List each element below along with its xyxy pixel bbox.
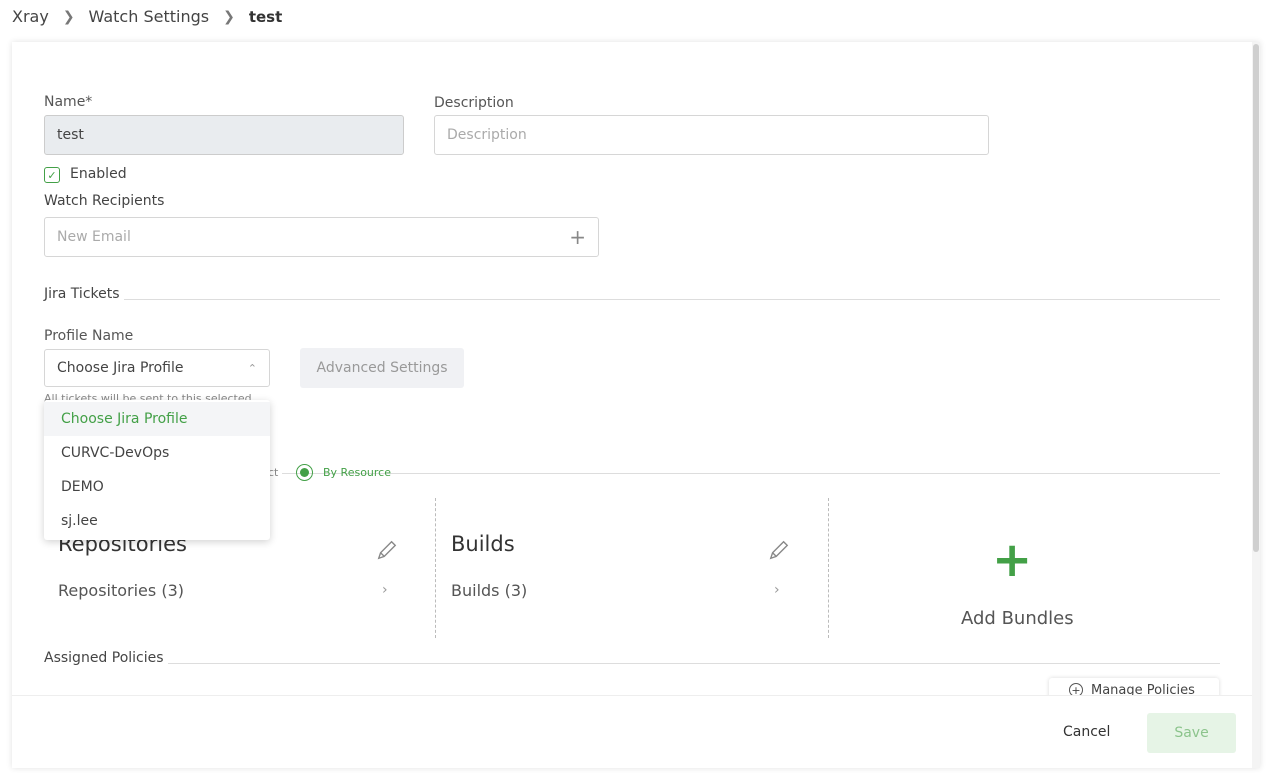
breadcrumb-item-xray[interactable]: Xray [12, 7, 49, 26]
advanced-settings-label: Advanced Settings [316, 360, 448, 376]
check-icon: ✓ [47, 168, 57, 182]
dropdown-option[interactable]: sj.lee [44, 504, 270, 538]
recipients-label: Watch Recipients [44, 193, 165, 209]
profile-select[interactable]: Choose Jira Profile ⌃ [44, 349, 270, 387]
save-label: Save [1174, 725, 1209, 741]
description-input[interactable]: Description [434, 115, 989, 155]
description-placeholder: Description [447, 127, 527, 143]
builds-link[interactable]: Builds (3) [451, 581, 527, 600]
add-bundles-icon[interactable]: + [992, 532, 1032, 588]
save-button[interactable]: Save [1147, 713, 1236, 753]
description-label: Description [434, 95, 514, 111]
email-input[interactable]: New Email + [44, 217, 599, 257]
jira-section-title: Jira Tickets [44, 286, 120, 302]
profile-dropdown: Choose Jira Profile CURVC-DevOps DEMO sj… [44, 400, 270, 540]
chevron-right-icon: ❯ [223, 8, 235, 25]
scrollbar-thumb[interactable] [1253, 44, 1259, 552]
scrollbar[interactable] [1252, 42, 1260, 768]
column-divider [828, 498, 829, 638]
dropdown-option[interactable]: CURVC-DevOps [44, 436, 270, 470]
profile-label: Profile Name [44, 328, 134, 344]
builds-title: Builds [451, 532, 515, 556]
radio-dot [300, 468, 309, 477]
add-bundles-label[interactable]: Add Bundles [961, 608, 1074, 629]
chevron-up-icon: ⌃ [247, 361, 257, 375]
watch-settings-panel: Name* test Description Description ✓ Ena… [12, 42, 1260, 768]
policies-section-title: Assigned Policies [44, 650, 164, 666]
advanced-settings-button[interactable]: Advanced Settings [300, 348, 464, 388]
breadcrumb-item-watch-settings[interactable]: Watch Settings [89, 7, 210, 26]
plus-icon[interactable]: + [569, 225, 586, 249]
divider [282, 473, 1220, 474]
column-divider [435, 498, 436, 638]
enabled-checkbox[interactable]: ✓ [44, 167, 60, 183]
divider [124, 299, 1220, 300]
repositories-link[interactable]: Repositories (3) [58, 581, 184, 600]
pencil-icon[interactable] [768, 539, 790, 561]
dropdown-option[interactable]: DEMO [44, 470, 270, 504]
enabled-label: Enabled [70, 166, 127, 182]
cancel-button[interactable]: Cancel [1063, 724, 1110, 740]
chevron-right-icon[interactable]: › [774, 582, 780, 598]
pencil-icon[interactable] [376, 539, 398, 561]
name-value: test [57, 127, 84, 143]
chevron-right-icon: ❯ [62, 8, 75, 25]
by-resource-label[interactable]: By Resource [323, 466, 391, 479]
footer: Cancel Save [12, 695, 1252, 768]
divider [168, 663, 1220, 664]
chevron-right-icon[interactable]: › [382, 582, 388, 598]
name-label: Name* [44, 94, 93, 110]
breadcrumb-current: test [248, 7, 283, 26]
by-resource-radio[interactable] [296, 464, 313, 481]
profile-selected: Choose Jira Profile [57, 360, 184, 376]
email-placeholder: New Email [57, 229, 131, 245]
dropdown-option[interactable]: Choose Jira Profile [44, 402, 270, 436]
name-input[interactable]: test [44, 115, 404, 155]
breadcrumb: Xray ❯ Watch Settings ❯ test [12, 7, 282, 26]
